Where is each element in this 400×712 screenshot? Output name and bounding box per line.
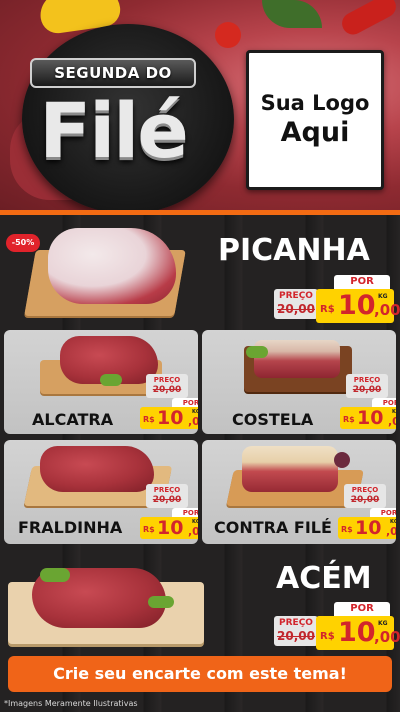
garnish-decoration: [246, 346, 268, 358]
product-name: COSTELA: [232, 410, 314, 429]
old-price: 20,00: [277, 629, 315, 643]
price-decimal: ,00: [374, 301, 400, 319]
unit: KG: [378, 620, 388, 627]
new-price-box: R$ 10 KG ,00: [140, 517, 198, 539]
old-price-box: PREÇO 20,00: [346, 374, 388, 398]
old-price: 20,00: [352, 385, 382, 395]
product-costela[interactable]: COSTELA PREÇO 20,00 POR R$ 10 KG ,00: [202, 330, 396, 434]
price-tag: PREÇO 20,00 POR R$ 10 KG ,00: [140, 484, 198, 539]
product-name: FRALDINHA: [18, 518, 123, 537]
old-price-box: PREÇO 20,00: [146, 484, 188, 508]
contra-file-image: [242, 446, 338, 492]
garnish-decoration: [148, 596, 174, 608]
preco-label: PREÇO: [279, 618, 313, 628]
preco-label: PREÇO: [353, 376, 381, 384]
por-label: POR: [334, 275, 390, 289]
onion-decoration: [334, 452, 350, 468]
price-tag: PREÇO 20,00 POR R$ 10 KG ,00: [340, 374, 396, 429]
price-integer: 10: [338, 617, 376, 648]
price-decimal: ,00: [386, 525, 396, 538]
price-decimal: ,00: [188, 415, 198, 428]
currency: R$: [320, 631, 335, 642]
logo-text-line2: Aqui: [280, 117, 350, 148]
discount-badge: -50%: [6, 234, 40, 252]
currency: R$: [343, 415, 355, 424]
preco-label: PREÇO: [153, 376, 181, 384]
price-decimal: ,00: [188, 525, 198, 538]
badge-subtitle: SEGUNDA DO: [30, 58, 196, 88]
product-name: PICANHA: [218, 233, 370, 268]
costela-image: [254, 340, 340, 378]
price-tag: PREÇO 20,00 POR R$ 10 KG ,00: [274, 602, 400, 650]
fraldinha-image: [40, 446, 154, 492]
price-integer: 10: [355, 517, 382, 539]
old-price-box: PREÇO 20,00: [274, 616, 318, 646]
picanha-image: [48, 228, 176, 304]
price-decimal: ,00: [388, 415, 396, 428]
garnish-decoration: [40, 568, 70, 582]
product-fraldinha[interactable]: FRALDINHA PREÇO 20,00 POR R$ 10 KG ,00: [4, 440, 198, 544]
old-price-box: PREÇO 20,00: [344, 484, 386, 508]
footnote: *Imagens Meramente Ilustrativas: [4, 699, 138, 708]
herb-decoration: [262, 0, 322, 28]
new-price-box: R$ 10 KG ,00: [140, 407, 198, 429]
price-integer: 10: [157, 517, 184, 539]
new-price-box: R$ 10 KG ,00: [340, 407, 396, 429]
currency: R$: [341, 525, 353, 534]
preco-label: PREÇO: [351, 486, 379, 494]
new-price-box: R$ 10 KG ,00: [316, 289, 400, 323]
preco-label: PREÇO: [279, 291, 313, 301]
currency: R$: [320, 304, 335, 315]
logo-text-line1: Sua Logo: [260, 91, 370, 115]
product-name: CONTRA FILÉ: [214, 518, 332, 537]
old-price: 20,00: [152, 385, 182, 395]
old-price: 20,00: [277, 302, 315, 316]
new-price-box: R$ 10 KG ,00: [338, 517, 396, 539]
old-price: 20,00: [350, 495, 380, 505]
por-label: POR: [334, 602, 390, 616]
currency: R$: [143, 415, 155, 424]
price-tag: PREÇO 20,00 POR R$ 10 KG ,00: [338, 484, 396, 539]
red-pepper-decoration: [338, 0, 400, 39]
price-integer: 10: [338, 290, 376, 321]
new-price-box: R$ 10 KG ,00: [316, 616, 400, 650]
currency: R$: [143, 525, 155, 534]
preco-label: PREÇO: [153, 486, 181, 494]
old-price-box: PREÇO 20,00: [274, 289, 318, 319]
badge-title: Filé: [39, 86, 189, 175]
old-price-box: PREÇO 20,00: [146, 374, 188, 398]
price-tag: PREÇO 20,00 POR R$ 10 KG ,00: [140, 374, 198, 429]
logo-placeholder[interactable]: Sua Logo Aqui: [246, 50, 384, 190]
price-decimal: ,00: [374, 628, 400, 646]
garnish-decoration: [100, 374, 122, 386]
price-integer: 10: [157, 407, 184, 429]
product-alcatra[interactable]: ALCATRA PREÇO 20,00 POR R$ 10 KG ,00: [4, 330, 198, 434]
price-tag: PREÇO 20,00 POR R$ 10 KG ,00: [274, 275, 400, 323]
create-flyer-button[interactable]: Crie seu encarte com este tema!: [8, 656, 392, 692]
product-name: ACÉM: [276, 561, 372, 596]
product-contra-file[interactable]: CONTRA FILÉ PREÇO 20,00 POR R$ 10 KG ,00: [202, 440, 396, 544]
price-integer: 10: [357, 407, 384, 429]
unit: KG: [378, 293, 388, 300]
tomato-decoration: [215, 22, 241, 48]
header-banner: SEGUNDA DO Filé Sua Logo Aqui: [0, 0, 400, 212]
product-name: ALCATRA: [32, 410, 114, 429]
old-price: 20,00: [152, 495, 182, 505]
